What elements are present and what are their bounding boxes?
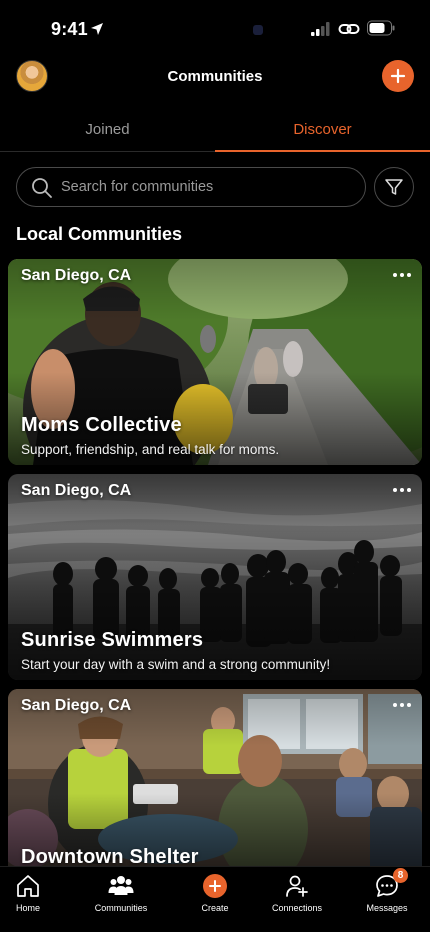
search-icon [32, 178, 52, 198]
card-location: San Diego, CA [21, 267, 132, 284]
more-options-icon[interactable] [390, 480, 414, 500]
more-options-icon[interactable] [390, 695, 414, 715]
search-input[interactable] [61, 168, 351, 206]
section-title: Local Communities [16, 224, 183, 244]
unread-badge: 8 [393, 868, 408, 883]
active-tab-indicator [215, 150, 430, 152]
card-location: San Diego, CA [21, 482, 132, 499]
bottom-nav: Home Communities Create Connections 8 Me… [0, 866, 430, 932]
nav-messages[interactable]: 8 Messages [344, 868, 430, 913]
community-card[interactable]: San Diego, CA Moms Collective Support, f… [8, 259, 422, 465]
add-community-button[interactable] [382, 60, 414, 92]
filter-icon [385, 179, 403, 195]
card-description: Start your day with a swim and a strong … [21, 657, 331, 672]
status-time: 9:41 [51, 19, 88, 39]
plus-icon [209, 880, 221, 892]
more-options-icon[interactable] [390, 265, 414, 285]
add-person-icon [286, 875, 308, 897]
card-title: Moms Collective [21, 414, 182, 436]
cellular-signal-icon [311, 22, 330, 36]
community-card[interactable]: San Diego, CA Downtown Shelter [8, 689, 422, 879]
community-card[interactable]: San Diego, CA Sunrise Swimmers Start you… [8, 474, 422, 680]
header: Communities [0, 58, 430, 98]
card-description: Support, friendship, and real talk for m… [21, 442, 280, 457]
tab-bar: Joined Discover [0, 106, 430, 152]
nav-label: Communities [94, 903, 148, 913]
nav-label: Create [201, 903, 229, 913]
nav-label: Connections [271, 903, 323, 913]
tab-discover[interactable]: Discover [215, 106, 430, 152]
people-icon [108, 876, 134, 895]
filter-button[interactable] [374, 167, 414, 207]
card-title: Sunrise Swimmers [21, 629, 204, 651]
location-arrow-icon [91, 23, 103, 35]
page-title: Communities [167, 68, 263, 85]
status-bar: 9:41 [0, 0, 430, 58]
link-icon [338, 24, 360, 34]
battery-icon [367, 20, 395, 36]
nav-home[interactable]: Home [0, 873, 71, 913]
nav-create[interactable]: Create [172, 873, 258, 913]
nav-connections[interactable]: Connections [254, 873, 340, 913]
card-location: San Diego, CA [21, 697, 132, 714]
home-icon [17, 875, 39, 897]
nav-label: Messages [366, 903, 408, 913]
nav-label: Home [15, 903, 40, 913]
plus-icon [390, 68, 406, 84]
nav-communities[interactable]: Communities [78, 873, 164, 913]
screen-recording-icon [253, 25, 263, 35]
tab-joined[interactable]: Joined [0, 106, 215, 152]
search-bar[interactable] [16, 167, 366, 207]
